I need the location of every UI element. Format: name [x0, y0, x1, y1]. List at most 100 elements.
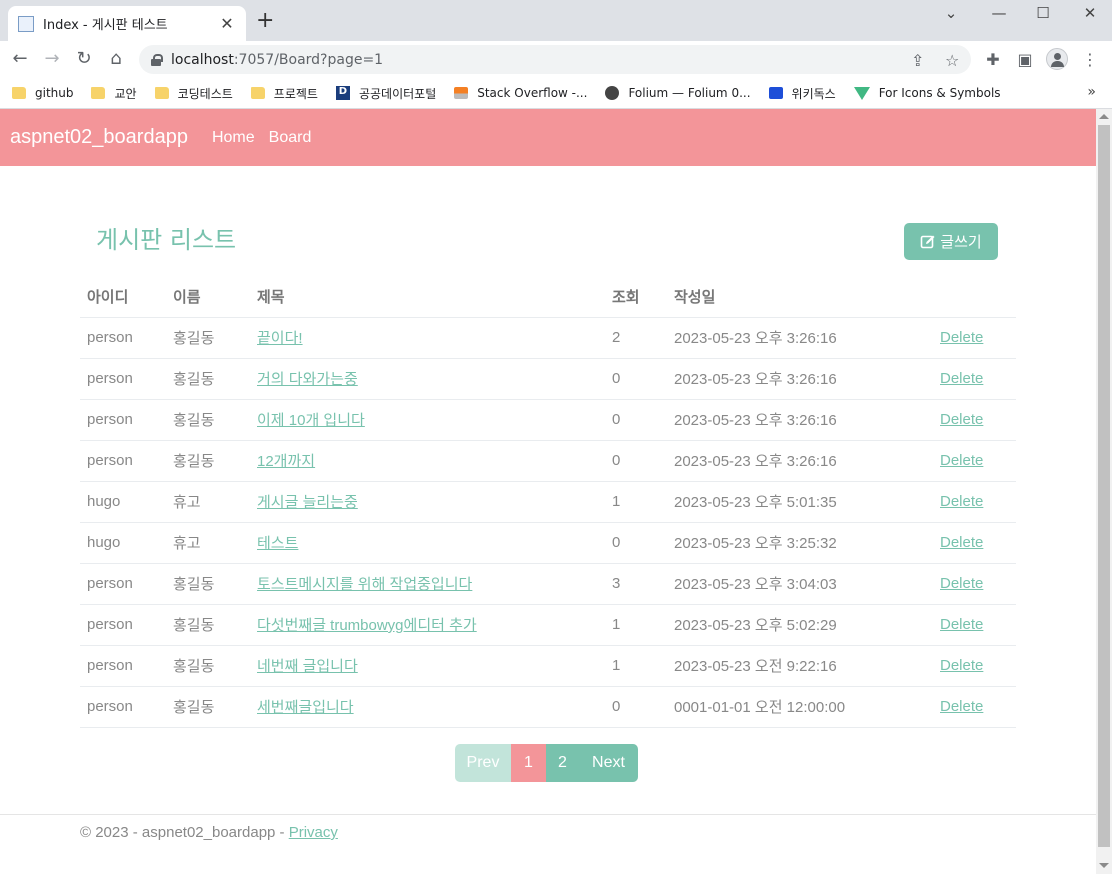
- table-row: hugo 휴고 게시글 늘리는중 1 2023-05-23 오후 5:01:35 Dele…: [80, 481, 1016, 523]
- cell-views: 0: [605, 399, 667, 441]
- table-cell: 네번째 글입니다: [250, 645, 605, 687]
- table-row: person 홍길동 끝이다! 2 2023-05-23 오후 3:26:16 Delet…: [80, 317, 1016, 359]
- bookmark-coding-test[interactable]: 코딩테스트: [154, 85, 233, 102]
- post-title-link[interactable]: 게시글 늘리는중: [257, 494, 358, 511]
- post-title-link[interactable]: 테스트: [257, 535, 298, 552]
- nav-link-home[interactable]: Home: [212, 129, 255, 147]
- scroll-thumb[interactable]: [1098, 125, 1110, 847]
- delete-link[interactable]: Delete: [940, 575, 983, 592]
- forward-arrow-icon[interactable]: →: [40, 47, 64, 71]
- post-title-link[interactable]: 12개까지: [257, 453, 315, 470]
- cell-name: 홍길동: [166, 645, 250, 687]
- cell-date: 2023-05-23 오후 3:25:32: [667, 522, 933, 564]
- bookmark-data-portal[interactable]: D 공공데이터포털: [335, 85, 437, 102]
- privacy-link[interactable]: Privacy: [289, 824, 338, 841]
- table-cell: Delete: [933, 686, 1016, 728]
- pagination-page-1[interactable]: 1: [511, 744, 546, 782]
- home-icon[interactable]: ⌂: [104, 47, 128, 71]
- table-row: person 홍길동 세번째글입니다 0 0001-01-01 오전 12:00:00 D…: [80, 686, 1016, 728]
- site-footer: © 2023 - aspnet02_boardapp - Privacy: [0, 814, 1096, 874]
- new-tab-icon[interactable]: +: [256, 10, 274, 32]
- profile-avatar-icon[interactable]: [1046, 48, 1068, 70]
- table-row: hugo 휴고 테스트 0 2023-05-23 오후 3:25:32 Delete: [80, 522, 1016, 564]
- post-title-link[interactable]: 세번째글입니다: [257, 699, 354, 716]
- delete-link[interactable]: Delete: [940, 534, 983, 551]
- delete-link[interactable]: Delete: [940, 411, 983, 428]
- menu-kebab-icon[interactable]: ⋮: [1079, 50, 1101, 69]
- post-title-link[interactable]: 끝이다!: [257, 330, 303, 347]
- cell-date: 2023-05-23 오후 3:26:16: [667, 399, 933, 441]
- scroll-down-arrow-icon[interactable]: [1099, 863, 1109, 868]
- delete-link[interactable]: Delete: [940, 329, 983, 346]
- post-title-link[interactable]: 거의 다와가는중: [257, 371, 358, 388]
- delete-link[interactable]: Delete: [940, 493, 983, 510]
- post-title-link[interactable]: 네번째 글입니다: [257, 658, 358, 675]
- bookmark-wikidocs[interactable]: 위키독스: [768, 85, 836, 102]
- more-bookmarks-icon[interactable]: »: [1087, 84, 1096, 100]
- table-cell: Delete: [933, 645, 1016, 687]
- cell-views: 1: [605, 645, 667, 687]
- cell-id: person: [80, 399, 166, 441]
- table-cell: 이제 10개 입니다: [250, 399, 605, 441]
- share-icon[interactable]: ⇪: [911, 51, 924, 70]
- table-cell: Delete: [933, 399, 1016, 441]
- header-title: 제목: [250, 277, 605, 318]
- cell-name: 홍길동: [166, 358, 250, 400]
- tab-search-icon[interactable]: ⌄: [936, 4, 966, 22]
- write-post-button[interactable]: 글쓰기: [904, 223, 998, 260]
- bookmark-label: 공공데이터포털: [358, 86, 437, 101]
- cell-id: person: [80, 604, 166, 646]
- close-window-icon[interactable]: ✕: [1075, 4, 1105, 22]
- bookmark-project[interactable]: 프로젝트: [250, 85, 318, 102]
- cell-name: 휴고: [166, 522, 250, 564]
- header-name: 이름: [166, 277, 250, 318]
- delete-link[interactable]: Delete: [940, 698, 983, 715]
- minimize-icon[interactable]: —: [984, 4, 1014, 22]
- bookmark-lecture[interactable]: 교안: [91, 85, 137, 102]
- post-title-link[interactable]: 다섯번째글 trumbowyg에디터 추가: [257, 617, 477, 634]
- bookmark-stackoverflow[interactable]: Stack Overflow -...: [454, 86, 587, 100]
- post-title-link[interactable]: 토스트메시지를 위해 작업중입니다: [257, 576, 472, 593]
- folder-icon: [250, 87, 265, 99]
- bookmark-star-icon[interactable]: ☆: [945, 51, 959, 70]
- side-panel-icon[interactable]: ▣: [1014, 50, 1036, 69]
- pagination-page-2[interactable]: 2: [546, 744, 579, 782]
- cell-views: 1: [605, 604, 667, 646]
- delete-link[interactable]: Delete: [940, 657, 983, 674]
- delete-link[interactable]: Delete: [940, 452, 983, 469]
- tab-close-icon[interactable]: ✕: [218, 14, 236, 33]
- bookmark-label: 교안: [114, 86, 137, 101]
- table-cell: Delete: [933, 317, 1016, 359]
- maximize-icon[interactable]: ☐: [1028, 4, 1058, 22]
- table-row: person 홍길동 거의 다와가는중 0 2023-05-23 오후 3:26:16 D…: [80, 358, 1016, 400]
- nav-link-board[interactable]: Board: [269, 129, 312, 147]
- navbar-brand[interactable]: aspnet02_boardapp: [10, 126, 188, 149]
- url-path: :7057/Board?page=1: [233, 51, 384, 68]
- bookmark-icons-symbols[interactable]: For Icons & Symbols: [853, 86, 1001, 100]
- delete-link[interactable]: Delete: [940, 370, 983, 387]
- cell-views: 1: [605, 481, 667, 523]
- tab-title: Index - 게시판 테스트: [43, 18, 168, 33]
- delete-link[interactable]: Delete: [940, 616, 983, 633]
- table-row: person 홍길동 이제 10개 입니다 0 2023-05-23 오후 3:26:1…: [80, 399, 1016, 441]
- pagination-next[interactable]: Next: [579, 744, 638, 782]
- browser-tab[interactable]: Index - 게시판 테스트 ✕: [8, 6, 246, 41]
- scroll-up-arrow-icon[interactable]: [1099, 114, 1109, 119]
- extensions-icon[interactable]: ✚: [982, 50, 1004, 69]
- browser-titlebar: Index - 게시판 테스트 ✕ + ⌄ — ☐ ✕: [0, 0, 1112, 41]
- back-arrow-icon[interactable]: ←: [8, 47, 32, 71]
- post-title-link[interactable]: 이제 10개 입니다: [257, 412, 365, 429]
- bookmark-folium[interactable]: Folium — Folium 0...: [605, 86, 751, 100]
- page-scrollbar[interactable]: [1096, 109, 1112, 874]
- bookmark-github[interactable]: github: [12, 86, 73, 100]
- bookmark-label: 프로젝트: [273, 86, 318, 101]
- cell-views: 0: [605, 440, 667, 482]
- stackoverflow-icon: [454, 87, 469, 99]
- globe-icon: [605, 86, 620, 100]
- cell-views: 0: [605, 522, 667, 564]
- table-cell: Delete: [933, 563, 1016, 605]
- address-bar[interactable]: localhost:7057/Board?page=1 ⇪ ☆: [139, 45, 971, 74]
- pagination-prev[interactable]: Prev: [455, 744, 511, 782]
- reload-icon[interactable]: ↻: [72, 47, 96, 71]
- header-views: 조회: [605, 277, 667, 318]
